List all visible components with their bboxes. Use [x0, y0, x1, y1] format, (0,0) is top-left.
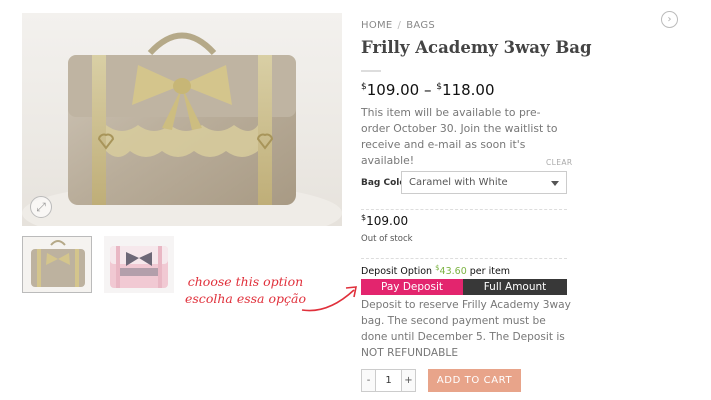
quantity-stepper: - 1 +	[361, 369, 416, 392]
quantity-input[interactable]: 1	[376, 370, 401, 391]
breadcrumb-separator: /	[397, 20, 402, 31]
price-dash: –	[424, 81, 432, 99]
deposit-suffix: per item	[469, 266, 511, 278]
divider	[361, 258, 567, 259]
thumbnail-gold-image	[31, 240, 85, 287]
product-title: Frilly Academy 3way Bag	[361, 38, 592, 57]
bag-illustration	[22, 32, 342, 226]
price-max: 118.00	[442, 81, 495, 99]
annotation-portuguese: escolha essa opção	[185, 291, 306, 306]
thumbnail-pink-image	[110, 246, 168, 288]
full-amount-button[interactable]: Full Amount	[463, 279, 567, 295]
pay-deposit-button[interactable]: Pay Deposit	[361, 279, 463, 295]
quantity-plus-button[interactable]: +	[401, 370, 415, 391]
breadcrumb-home[interactable]: HOME	[361, 20, 393, 31]
divider	[361, 209, 567, 210]
preorder-notice: This item will be available to pre-order…	[361, 106, 558, 167]
breadcrumb-bags[interactable]: BAGS	[406, 20, 435, 31]
deposit-option-text: Deposit Option	[361, 266, 433, 278]
price-min: 109.00	[366, 81, 420, 99]
title-divider	[361, 70, 381, 72]
deposit-amount: $43.60	[435, 264, 467, 278]
thumbnail-gold[interactable]	[22, 236, 92, 293]
bag-color-select[interactable]: Caramel with White	[401, 171, 567, 194]
add-to-cart-button[interactable]: ADD TO CART	[428, 369, 521, 392]
clear-link[interactable]: CLEAR	[546, 158, 573, 167]
product-main-image[interactable]: ⤢	[22, 13, 342, 226]
annotation-note: choose this option escolha essa opção	[185, 273, 306, 307]
deposit-description: Deposit to reserve Frilly Academy 3way b…	[361, 299, 571, 359]
price-range: $109.00 – $118.00	[361, 81, 495, 99]
annotation-arrow-icon	[301, 286, 357, 312]
annotation-english: choose this option	[187, 274, 304, 289]
deposit-option-label: Deposit Option $43.60 per item	[361, 264, 510, 277]
chevron-right-icon[interactable]: ›	[661, 11, 678, 28]
deposit-amount-value: 43.60	[439, 266, 467, 278]
bag-color-value: Caramel with White	[409, 177, 508, 188]
variation-price: $109.00	[361, 213, 408, 228]
variation-price-value: 109.00	[366, 214, 409, 228]
thumbnail-pink[interactable]	[104, 236, 174, 293]
quantity-minus-button[interactable]: -	[362, 370, 376, 391]
zoom-icon[interactable]: ⤢	[30, 196, 52, 218]
chevron-down-icon	[551, 181, 559, 186]
stock-status: Out of stock	[361, 234, 413, 244]
breadcrumb: HOME / BAGS	[361, 20, 435, 31]
product-page: ⤢ choose this option escolha essa opção	[0, 0, 711, 400]
